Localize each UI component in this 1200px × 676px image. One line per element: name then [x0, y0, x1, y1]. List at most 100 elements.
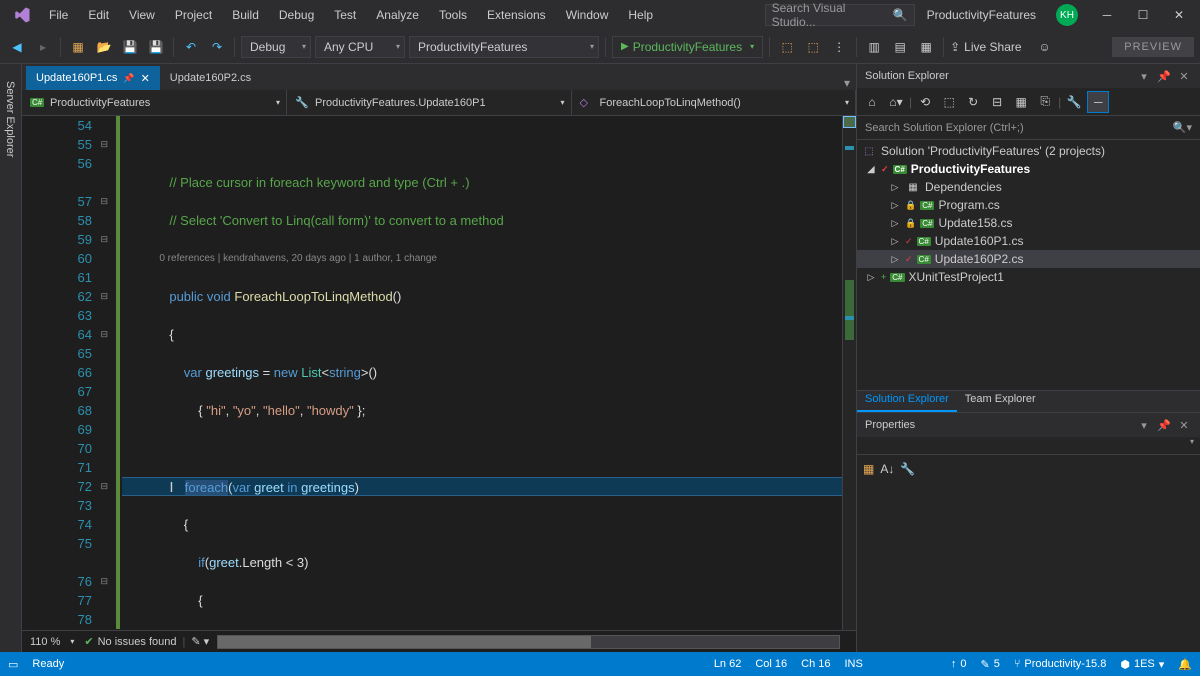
- open-file-icon[interactable]: 📂: [93, 36, 115, 58]
- tree-solution[interactable]: ⬚ Solution 'ProductivityFeatures' (2 pro…: [857, 142, 1200, 160]
- se-sync-icon[interactable]: ⟲: [914, 91, 936, 113]
- toolbar-icon-3[interactable]: ⋮: [828, 36, 850, 58]
- menu-extensions[interactable]: Extensions: [478, 4, 555, 26]
- nav-method-combo[interactable]: ◇ ForeachLoopToLinqMethod(): [572, 90, 857, 115]
- expand-icon[interactable]: ▷: [889, 254, 901, 265]
- tree-dependencies[interactable]: ▷ ▦ Dependencies: [857, 178, 1200, 196]
- expand-icon[interactable]: ▷: [889, 218, 901, 229]
- categorized-icon[interactable]: ▦: [863, 462, 874, 476]
- se-home-combo-icon[interactable]: ⌂▾: [885, 91, 907, 113]
- pin-panel-icon[interactable]: 📌: [1156, 70, 1172, 83]
- undo-icon[interactable]: ↶: [180, 36, 202, 58]
- toolbar-icon-2[interactable]: ⬚: [802, 36, 824, 58]
- tree-file[interactable]: ▷ 🔒 C# Program.cs: [857, 196, 1200, 214]
- menu-project[interactable]: Project: [166, 4, 221, 26]
- menu-file[interactable]: File: [40, 4, 77, 26]
- server-explorer-tab[interactable]: Server Explorer: [0, 70, 20, 652]
- code-content[interactable]: // Place cursor in foreach keyword and t…: [122, 116, 842, 630]
- solution-explorer-search[interactable]: Search Solution Explorer (Ctrl+;) 🔍▾: [857, 116, 1200, 140]
- user-avatar[interactable]: KH: [1056, 4, 1078, 26]
- toolbar-icon-1[interactable]: ⬚: [776, 36, 798, 58]
- start-debug-button[interactable]: ProductivityFeatures ▾: [612, 36, 763, 58]
- team-explorer-tab[interactable]: Team Explorer: [957, 391, 1044, 412]
- status-publish[interactable]: ↑ 0: [951, 658, 967, 670]
- redo-icon[interactable]: ↷: [206, 36, 228, 58]
- menu-window[interactable]: Window: [557, 4, 618, 26]
- panel-dropdown-icon[interactable]: ▾: [1136, 70, 1152, 83]
- menu-debug[interactable]: Debug: [270, 4, 323, 26]
- expand-icon[interactable]: ◢: [865, 164, 877, 175]
- toolbar-icon-6[interactable]: ▦: [915, 36, 937, 58]
- panel-dropdown-icon[interactable]: ▾: [1136, 419, 1152, 432]
- expand-icon[interactable]: ▷: [889, 236, 901, 247]
- menu-help[interactable]: Help: [619, 4, 662, 26]
- se-pending-icon[interactable]: ⬚: [938, 91, 960, 113]
- menu-analyze[interactable]: Analyze: [367, 4, 428, 26]
- tree-project[interactable]: ◢ ✓ C# ProductivityFeatures: [857, 160, 1200, 178]
- nav-project-combo[interactable]: C# ProductivityFeatures: [22, 90, 287, 115]
- status-line[interactable]: Ln 62: [714, 658, 742, 670]
- configuration-combo[interactable]: Debug: [241, 36, 311, 58]
- tree-file[interactable]: ▷ ✓ C# Update160P1.cs: [857, 232, 1200, 250]
- toolbar-icon-5[interactable]: ▤: [889, 36, 911, 58]
- expand-icon[interactable]: ▷: [889, 200, 901, 211]
- expand-icon[interactable]: ▷: [865, 272, 877, 283]
- status-changes[interactable]: ✎ 5: [980, 658, 999, 671]
- minimap-scrollbar[interactable]: [842, 116, 856, 630]
- live-share-button[interactable]: ⇪ Live Share: [950, 40, 1021, 54]
- nav-back-button[interactable]: ◀: [6, 36, 28, 58]
- props-dropdown[interactable]: ▾: [857, 437, 1200, 455]
- brush-icon[interactable]: ✎ ▾: [191, 635, 209, 648]
- save-icon[interactable]: 💾: [119, 36, 141, 58]
- feedback-icon[interactable]: ☺: [1034, 36, 1056, 58]
- file-tab-active[interactable]: Update160P1.cs 📌 ✕: [26, 66, 160, 90]
- se-refresh-icon[interactable]: ↻: [962, 91, 984, 113]
- solution-explorer-tab[interactable]: Solution Explorer: [857, 391, 957, 412]
- tree-project[interactable]: ▷ + C# XUnitTestProject1: [857, 268, 1200, 286]
- se-copy-icon[interactable]: ⎘: [1034, 91, 1056, 113]
- nav-fwd-button[interactable]: ▸: [32, 36, 54, 58]
- pin-panel-icon[interactable]: 📌: [1156, 419, 1172, 432]
- menu-edit[interactable]: Edit: [79, 4, 118, 26]
- startup-project-combo[interactable]: ProductivityFeatures: [409, 36, 599, 58]
- status-branch[interactable]: ⑂ Productivity-15.8: [1014, 658, 1107, 670]
- save-all-icon[interactable]: 💾: [145, 36, 167, 58]
- close-panel-icon[interactable]: ✕: [1176, 70, 1192, 83]
- menu-test[interactable]: Test: [325, 4, 365, 26]
- se-properties-icon[interactable]: 🔧: [1063, 91, 1085, 113]
- nav-class-combo[interactable]: 🔧 ProductivityFeatures.Update160P1: [287, 90, 572, 115]
- horizontal-scrollbar[interactable]: [217, 635, 840, 649]
- expand-icon[interactable]: ▷: [889, 182, 901, 193]
- status-ch[interactable]: Ch 16: [801, 658, 830, 670]
- close-tab-icon[interactable]: ✕: [141, 72, 150, 85]
- menu-build[interactable]: Build: [223, 4, 268, 26]
- wrench-icon[interactable]: 🔧: [900, 462, 915, 476]
- status-ins[interactable]: INS: [845, 658, 863, 670]
- platform-combo[interactable]: Any CPU: [315, 36, 405, 58]
- menu-tools[interactable]: Tools: [430, 4, 476, 26]
- alphabetical-icon[interactable]: A↓: [880, 462, 894, 476]
- minimize-button[interactable]: ─: [1090, 3, 1124, 27]
- toolbar-icon-4[interactable]: ▥: [863, 36, 885, 58]
- search-visual-studio[interactable]: Search Visual Studio... 🔍: [765, 4, 915, 26]
- close-window-button[interactable]: ✕: [1162, 3, 1196, 27]
- zoom-dropdown-icon[interactable]: ▾: [70, 637, 74, 646]
- tree-file[interactable]: ▷ 🔒 C# Update158.cs: [857, 214, 1200, 232]
- maximize-button[interactable]: ☐: [1126, 3, 1160, 27]
- se-showall-icon[interactable]: ▦: [1010, 91, 1032, 113]
- code-editor[interactable]: 54 55⊟ 56 57⊟ 58 59⊟ 60 61 62⊟ 63 64⊟ 65…: [22, 116, 856, 630]
- status-col[interactable]: Col 16: [755, 658, 787, 670]
- menu-view[interactable]: View: [120, 4, 164, 26]
- output-icon[interactable]: ▭: [8, 658, 18, 671]
- new-project-icon[interactable]: ▦: [67, 36, 89, 58]
- close-panel-icon[interactable]: ✕: [1176, 419, 1192, 432]
- pin-icon[interactable]: 📌: [123, 73, 134, 84]
- se-collapse-icon[interactable]: ⊟: [986, 91, 1008, 113]
- solution-tree[interactable]: ⬚ Solution 'ProductivityFeatures' (2 pro…: [857, 140, 1200, 390]
- zoom-level[interactable]: 110 %: [30, 636, 60, 648]
- se-preview-icon[interactable]: ─: [1087, 91, 1109, 113]
- tab-dropdown-icon[interactable]: ▾: [838, 76, 856, 90]
- tree-file-selected[interactable]: ▷ ✓ C# Update160P2.cs: [857, 250, 1200, 268]
- status-repo[interactable]: ⬢ 1ES ▾: [1120, 658, 1164, 671]
- se-home-icon[interactable]: ⌂: [861, 91, 883, 113]
